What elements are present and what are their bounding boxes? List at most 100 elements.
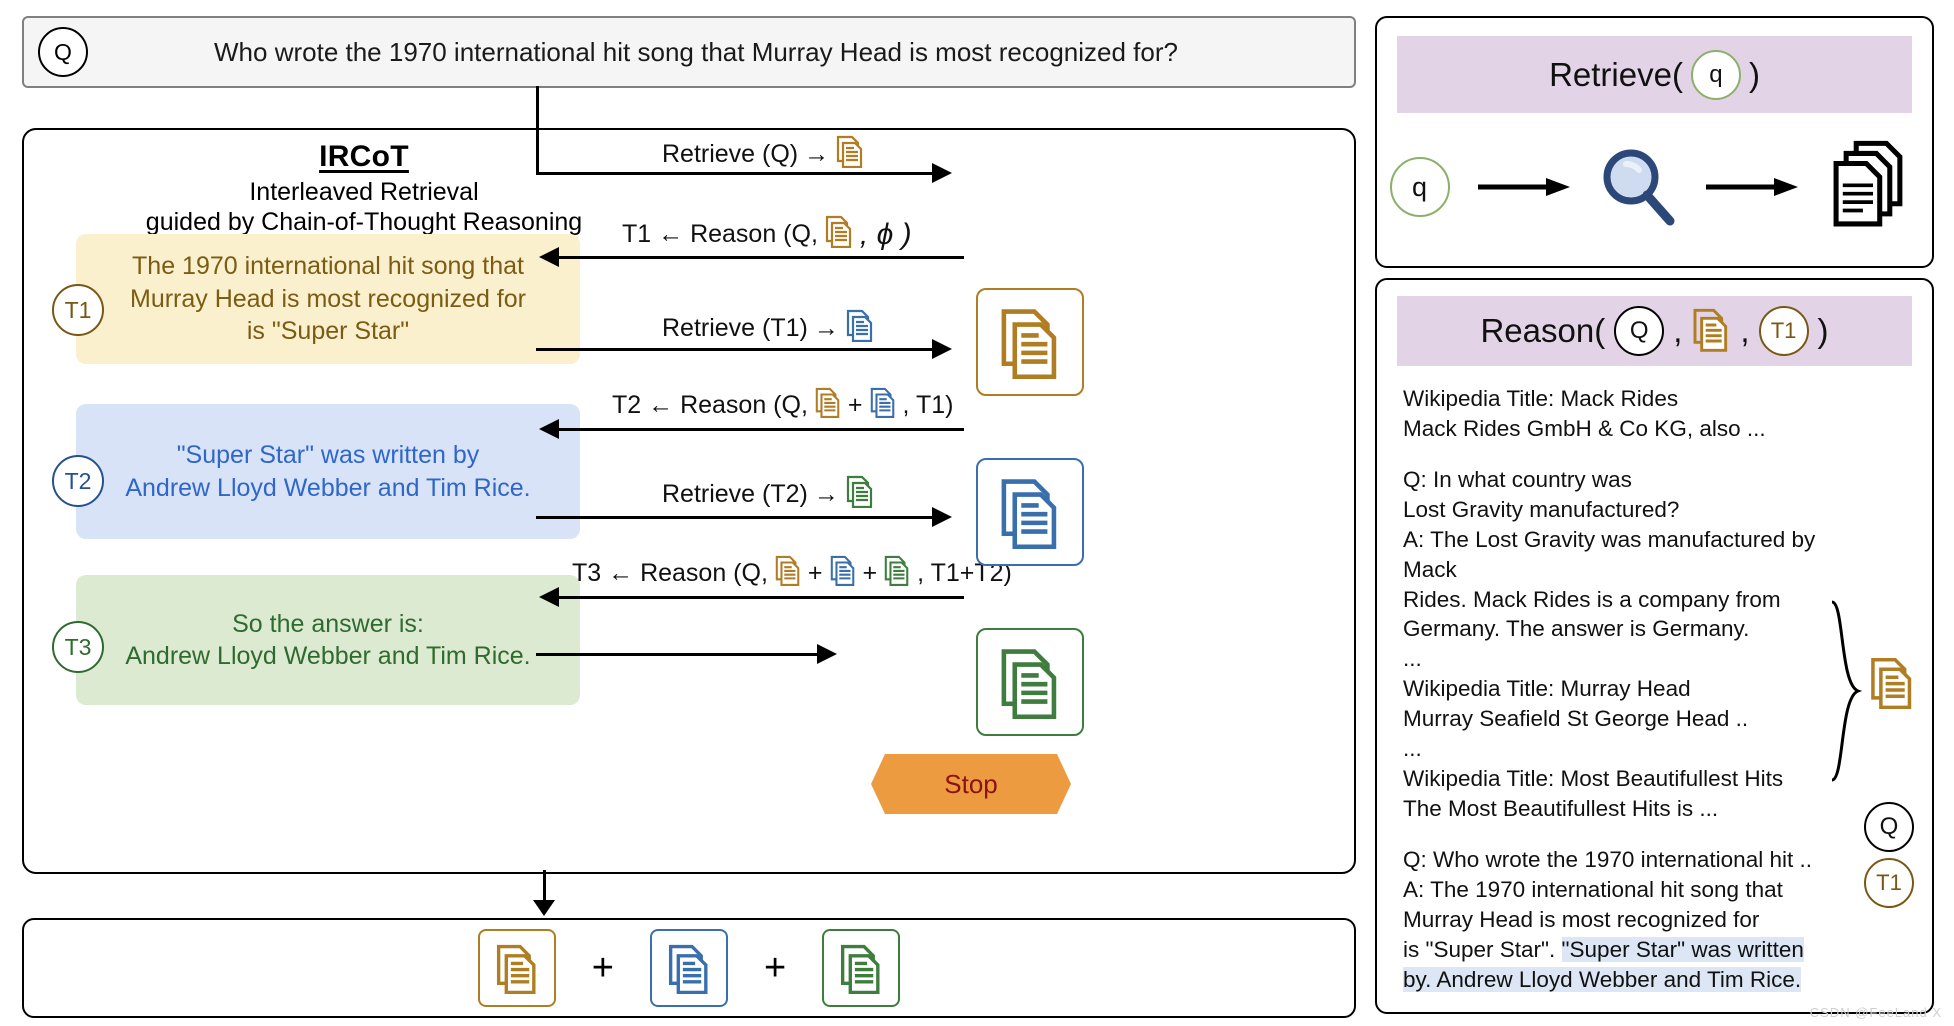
- arrow-glyph: →: [813, 480, 839, 508]
- question-bar: Q Who wrote the 1970 international hit s…: [22, 16, 1356, 88]
- step-label-reason-t3: T3 ← Reason (Q, + + , T1+T2): [572, 554, 1012, 593]
- query-badge-green: q: [1690, 49, 1741, 100]
- thought-t1-line1: The 1970 international hit song that: [132, 252, 524, 281]
- document-icon-brown: [1691, 306, 1731, 357]
- step-label-retrieve-q: Retrieve (Q) →: [662, 134, 865, 175]
- thought-box-t3: So the answer is: Andrew Lloyd Webber an…: [76, 575, 580, 705]
- plus-symbol: +: [847, 391, 863, 419]
- arrow-line-step6: [559, 596, 964, 599]
- arrow-right-icon: [1705, 178, 1798, 196]
- prompt-line: Wikipedia Title: Most Beautifullest Hits: [1403, 766, 1784, 792]
- arrow-head-step6: [539, 587, 559, 607]
- retrieved-docs-card-blue: [976, 458, 1084, 566]
- arrow-glyph: →: [804, 140, 830, 168]
- stop-button[interactable]: Stop: [871, 754, 1071, 814]
- prompt-text-highlight: "Super Star" was written: [1561, 936, 1804, 962]
- step-label-reason-t2-suffix: , T1): [902, 391, 954, 419]
- prompt-line: Mack Rides GmbH & Co KG, also ...: [1403, 415, 1766, 441]
- aggregated-docs-panel: + +: [22, 918, 1356, 1018]
- document-stack-icon-brown: [1001, 309, 1057, 379]
- arrow-line-step3: [536, 348, 936, 351]
- step-label-reason-t2-text: T2 ← Reason (Q,: [612, 391, 808, 419]
- plus-symbol: +: [764, 947, 787, 989]
- reason-header-comma2: ,: [1740, 312, 1750, 349]
- retrieve-header-suffix: ): [1748, 55, 1760, 93]
- step-label-retrieve-q-text: Retrieve (Q): [662, 140, 799, 168]
- query-circle-icon: q: [1389, 157, 1450, 217]
- thought-t3-line2: Andrew Lloyd Webber and Tim Rice.: [125, 642, 531, 670]
- thought-t1-line2: Murray Head is most recognized for: [130, 284, 526, 313]
- step-label-retrieve-t1-text: Retrieve (T1): [662, 314, 808, 342]
- prompt-line: The Most Beautifullest Hits is ...: [1403, 795, 1719, 821]
- prompt-line: Q: Who wrote the 1970 international hit …: [1403, 846, 1812, 872]
- reason-header-prefix: Reason(: [1480, 312, 1606, 349]
- arrow-head-step5: [932, 507, 952, 527]
- reason-header-suffix: ): [1817, 312, 1829, 349]
- thought-t1-line3: is "Super Star": [246, 317, 410, 346]
- page-title: IRCoT: [319, 140, 409, 173]
- document-stack-icon-green: [841, 944, 880, 994]
- watermark: CSDN @FeeLand X: [1809, 1005, 1942, 1020]
- document-stack-icon-blue: [1001, 479, 1057, 549]
- step-label-reason-t2: T2 ← Reason (Q, + , T1): [612, 386, 953, 425]
- thought-badge-t1-side: T1: [1864, 858, 1914, 908]
- retrieve-definition-panel: Retrieve( q ) q: [1375, 16, 1934, 268]
- arrow-line-step4: [559, 428, 964, 431]
- thought-t2-line1: "Super Star" was written by: [176, 441, 480, 469]
- curly-brace-icon: [1831, 600, 1863, 782]
- prompt-line: A: The 1970 international hit song that: [1403, 876, 1783, 902]
- summary-doc-card-green: [822, 929, 901, 1007]
- prompt-ellipsis: ...: [1403, 646, 1422, 672]
- arrow-glyph: →: [813, 314, 839, 342]
- document-stack-icon-blue: [668, 944, 708, 994]
- thought-t2-line2: Andrew Lloyd Webber and Tim Rice.: [125, 473, 531, 502]
- retrieve-flow-row: q: [1377, 122, 1932, 252]
- thought-badge-t1: T1: [52, 284, 104, 336]
- document-icon-brown: [824, 214, 854, 255]
- thought-box-t2: "Super Star" was written by Andrew Lloyd…: [76, 404, 580, 539]
- flow-down-line: [543, 870, 546, 904]
- arrow-line-step1: [536, 172, 936, 175]
- thought-badge-t3: T3: [52, 621, 104, 673]
- document-icon-brown: [835, 134, 865, 175]
- question-badge-black: Q: [1614, 306, 1665, 356]
- thought-badge-t2: T2: [52, 455, 104, 507]
- retrieved-docs-card-green: [976, 628, 1084, 736]
- arrow-head-step4: [539, 419, 559, 439]
- plus-symbol: +: [807, 559, 823, 587]
- prompt-line: Rides. Mack Rides is a company from: [1403, 586, 1781, 612]
- document-icon-green: [883, 554, 911, 593]
- document-icon-blue: [869, 386, 897, 425]
- flow-down-arrow-head: [533, 900, 555, 916]
- reason-header-comma1: ,: [1673, 312, 1683, 349]
- prompt-ellipsis: ...: [1403, 736, 1422, 762]
- step-label-retrieve-t2: Retrieve (T2) →: [662, 474, 875, 515]
- prompt-line: Wikipedia Title: Mack Rides: [1403, 386, 1679, 411]
- document-stack-icon-black: [1833, 140, 1902, 227]
- prompt-line: Lost Gravity manufactured?: [1403, 496, 1680, 522]
- document-icon-green: [845, 474, 875, 515]
- arrow-right-icon: [1477, 178, 1570, 196]
- summary-doc-card-brown: [477, 929, 556, 1007]
- arrow-head-stop: [817, 644, 837, 664]
- reason-panel-header: Reason( Q , , T1 ): [1397, 296, 1912, 366]
- thought-t3-line1: So the answer is:: [232, 609, 424, 638]
- question-badge-black-side: Q: [1864, 802, 1914, 852]
- ircot-title-block: IRCoT Interleaved Retrieval guided by Ch…: [84, 140, 644, 237]
- ircot-subtitle-line1: Interleaved Retrieval: [249, 178, 479, 206]
- question-badge: Q: [38, 27, 88, 77]
- step-label-reason-t1: T1 ← Reason (Q, , ϕ ): [622, 214, 912, 255]
- prompt-line: Q: In what country was: [1403, 466, 1632, 492]
- prompt-line-highlight: by. Andrew Lloyd Webber and Tim Rice.: [1403, 965, 1873, 995]
- arrow-line-stop: [536, 653, 821, 656]
- arrow-head-step2: [539, 247, 559, 267]
- ircot-subtitle-line2: guided by Chain-of-Thought Reasoning: [145, 207, 583, 236]
- document-icon-brown: [814, 386, 842, 425]
- reason-prompt-text: Wikipedia Title: Mack Rides Mack Rides G…: [1403, 384, 1873, 995]
- arrow-line-step2: [559, 256, 964, 259]
- step-label-reason-t3-text: T3 ← Reason (Q,: [572, 559, 768, 587]
- prompt-line-mixed: is "Super Star". "Super Star" was writte…: [1403, 935, 1873, 965]
- document-icon-blue: [845, 308, 875, 349]
